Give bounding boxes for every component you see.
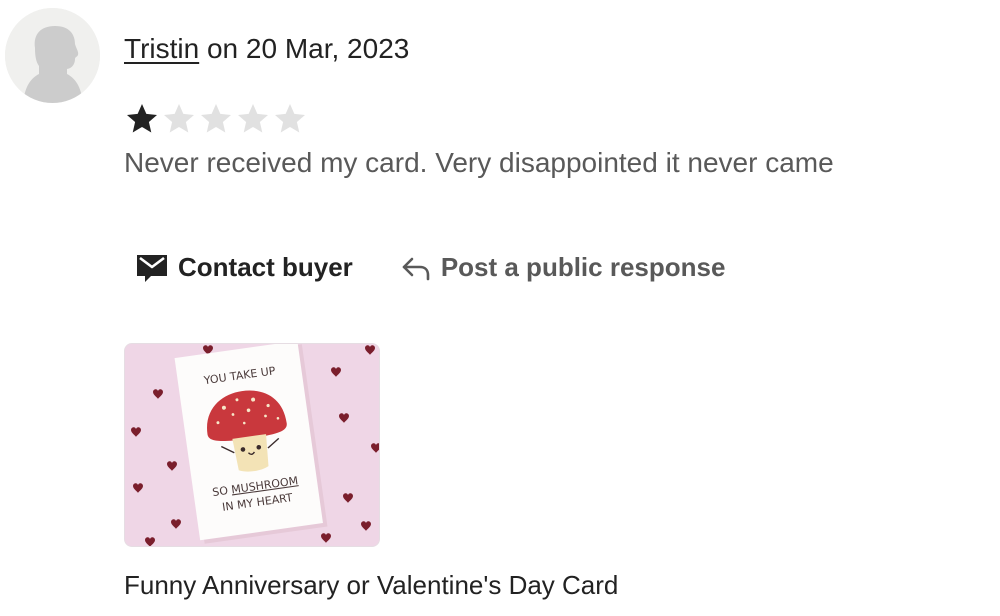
- review-card: Tristin on 20 Mar, 2023 Never received m…: [0, 0, 1000, 616]
- star-empty-icon: [164, 104, 194, 133]
- star-empty-icon: [201, 104, 231, 133]
- default-user-avatar-icon: [5, 8, 100, 103]
- review-byline: Tristin on 20 Mar, 2023: [124, 32, 409, 66]
- review-text: Never received my card. Very disappointe…: [124, 147, 834, 178]
- reviewer-avatar: [5, 8, 100, 103]
- mushroom-card-image: YOU TAKE UP SO MUSHROOM IN MY HEART: [125, 344, 379, 546]
- review-actions: Contact buyer Post a public response: [136, 252, 725, 283]
- review-date: on 20 Mar, 2023: [206, 33, 410, 64]
- post-public-response-button[interactable]: Post a public response: [401, 252, 726, 283]
- star-empty-icon: [275, 104, 305, 133]
- reviewer-name-link[interactable]: Tristin: [124, 33, 199, 64]
- star-filled-icon: [127, 104, 157, 133]
- contact-buyer-label: Contact buyer: [178, 252, 353, 282]
- listing-thumbnail[interactable]: YOU TAKE UP SO MUSHROOM IN MY HEART: [124, 343, 380, 547]
- contact-buyer-button[interactable]: Contact buyer: [136, 252, 353, 283]
- star-rating: [124, 101, 308, 137]
- post-public-response-label: Post a public response: [440, 252, 726, 282]
- star-empty-icon: [238, 104, 268, 133]
- listing-title-link[interactable]: Funny Anniversary or Valentine's Day Car…: [124, 568, 618, 602]
- envelope-icon: [136, 253, 168, 283]
- reply-arrow-icon: [401, 255, 431, 281]
